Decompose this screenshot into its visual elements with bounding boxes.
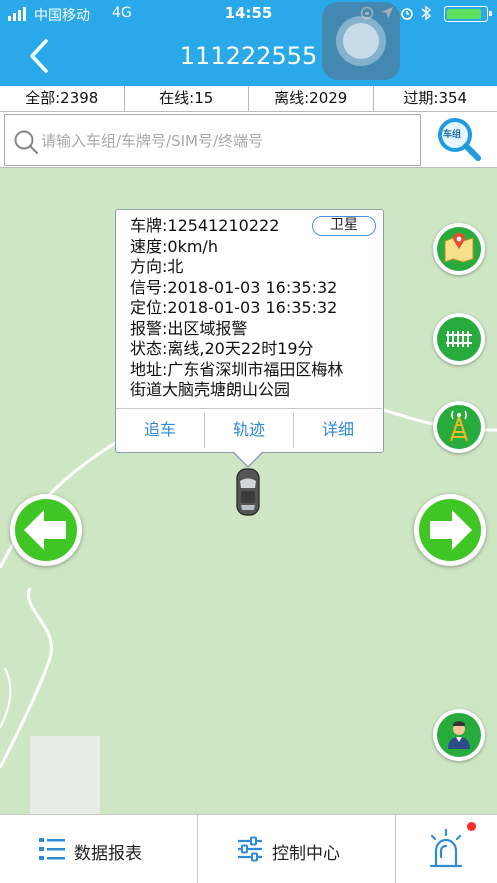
previous-vehicle-button[interactable] [10,494,82,566]
tab-data-report[interactable]: 数据报表 [0,815,198,883]
search-box [4,114,421,166]
popup-actions: 追车 轨迹 详细 [116,408,382,452]
signal-time: 信号:2018-01-03 16:35:32 [130,277,338,297]
tab-data-report-label: 数据报表 [74,844,142,864]
page-title: 111222555 [179,42,318,70]
arrow-left-icon [15,499,77,561]
vehicle-info-popup: 车牌:12541210222 速度:0km/h 方向:北 信号:2018-01-… [115,209,384,453]
map-icon [437,227,481,271]
address-line-1: 地址:广东省深圳市福田区梅林 [130,359,344,379]
search-icon [14,130,39,155]
vehicle-marker-icon[interactable] [235,467,261,517]
detail-button[interactable]: 详细 [294,413,382,448]
status-bar: 中国移动 4G 14:55 [0,0,497,28]
chase-button[interactable]: 追车 [116,413,205,448]
tab-control-center-label: 控制中心 [272,844,340,864]
stat-online[interactable]: 在线:15 [125,86,249,111]
bluetooth-icon [421,5,432,21]
sliders-icon [238,836,262,862]
arrow-right-icon [419,499,481,561]
user-location-button[interactable] [433,709,485,761]
stat-all[interactable]: 全部:2398 [0,86,125,111]
top-bar: 中国移动 4G 14:55 111222555 [0,0,497,86]
locate-mode-badge: 卫星 [312,216,376,236]
railway-layer-button[interactable] [433,313,485,365]
signal-tower-icon [437,405,481,449]
group-search-icon [438,118,481,161]
alarm-clock-icon [401,8,413,20]
vehicle-stats: 全部:2398 在线:15 离线:2029 过期:354 [0,86,497,112]
search-input[interactable] [41,127,411,155]
vehicle-info: 车牌:12541210222 速度:0km/h 方向:北 信号:2018-01-… [130,216,343,401]
direction: 方向:北 [130,257,184,276]
assistive-touch-button[interactable] [322,2,400,80]
battery-icon [444,6,492,22]
position-time: 定位:2018-01-03 16:35:32 [130,298,338,317]
map-layer-button[interactable] [433,223,485,275]
next-vehicle-button[interactable] [414,494,486,566]
address-line-2: 街道大脑壳塘朗山公园 [130,380,291,399]
alarm-light-icon [429,828,463,868]
speed: 速度:0km/h [130,236,218,256]
user-icon [437,713,481,757]
railway-icon [437,317,481,361]
signal-tower-button[interactable] [433,401,485,453]
vehicle-group-search-button[interactable]: 车组 [424,112,497,168]
group-button-label: 车组 [443,130,462,140]
tab-control-center[interactable]: 控制中心 [198,815,396,883]
list-icon [39,838,65,860]
bottom-tab-bar: 数据报表 控制中心 [0,814,497,883]
stat-expired[interactable]: 过期:354 [374,86,497,111]
stat-offline[interactable]: 离线:2029 [249,86,374,111]
alarm-type: 报警:出区域报警 [130,318,248,338]
vehicle-state: 状态:离线,20天22时19分 [130,339,314,358]
track-button[interactable]: 轨迹 [205,413,294,448]
tab-alarm[interactable] [396,815,497,883]
alarm-notification-dot [467,822,476,831]
search-bar: 车组 [0,112,497,168]
